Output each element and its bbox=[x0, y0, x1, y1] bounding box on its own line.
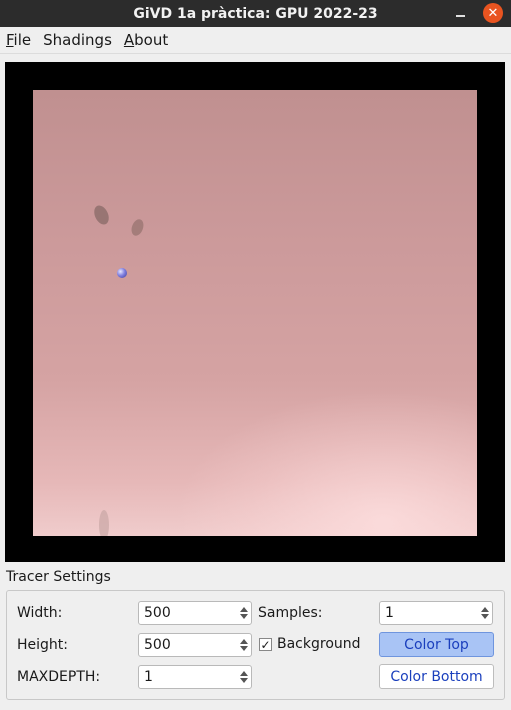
color-top-button[interactable]: Color Top bbox=[379, 632, 494, 657]
title-bar: GiVD 1a pràctica: GPU 2022-23 ✕ bbox=[0, 0, 511, 27]
spin-down-icon[interactable] bbox=[240, 646, 248, 651]
height-spinbox[interactable]: 500 bbox=[138, 633, 252, 657]
height-label: Height: bbox=[17, 637, 68, 653]
samples-label: Samples: bbox=[258, 605, 323, 621]
spin-down-icon[interactable] bbox=[481, 614, 489, 619]
render-viewport[interactable] bbox=[5, 62, 505, 562]
close-icon[interactable]: ✕ bbox=[483, 3, 503, 23]
width-spin-arrows[interactable] bbox=[237, 602, 251, 624]
checkmark-icon: ✓ bbox=[260, 637, 271, 652]
background-checkbox[interactable]: ✓ bbox=[259, 638, 272, 651]
render-canvas bbox=[33, 90, 477, 536]
floor-glow bbox=[173, 390, 477, 536]
window-title: GiVD 1a pràctica: GPU 2022-23 bbox=[133, 5, 378, 22]
spin-up-icon[interactable] bbox=[240, 639, 248, 644]
spin-down-icon[interactable] bbox=[240, 614, 248, 619]
samples-spin-arrows[interactable] bbox=[478, 602, 492, 624]
maxdepth-label: MAXDEPTH: bbox=[17, 669, 101, 685]
menu-file-accel: F bbox=[6, 31, 14, 49]
samples-spinbox[interactable]: 1 bbox=[379, 601, 493, 625]
spin-up-icon[interactable] bbox=[481, 607, 489, 612]
maxdepth-spinbox[interactable]: 1 bbox=[138, 665, 252, 689]
spin-up-icon[interactable] bbox=[240, 607, 248, 612]
width-spinbox[interactable]: 500 bbox=[138, 601, 252, 625]
shadow-blob bbox=[99, 510, 109, 536]
height-value: 500 bbox=[144, 637, 171, 653]
menu-bar: File Shadings About bbox=[0, 27, 511, 54]
samples-value: 1 bbox=[385, 605, 394, 621]
color-bottom-button[interactable]: Color Bottom bbox=[379, 664, 494, 689]
height-spin-arrows[interactable] bbox=[237, 634, 251, 656]
menu-shadings[interactable]: Shadings bbox=[37, 31, 118, 49]
maxdepth-value: 1 bbox=[144, 669, 153, 685]
width-value: 500 bbox=[144, 605, 171, 621]
minimize-icon[interactable] bbox=[453, 6, 467, 20]
background-label[interactable]: Background bbox=[277, 636, 361, 652]
tracer-settings-title: Tracer Settings bbox=[6, 569, 111, 585]
shadow-blob bbox=[91, 203, 112, 227]
menu-about[interactable]: About bbox=[118, 31, 174, 49]
sphere-object bbox=[117, 268, 127, 278]
maxdepth-spin-arrows[interactable] bbox=[237, 666, 251, 688]
shadow-blob bbox=[129, 217, 146, 238]
spin-up-icon[interactable] bbox=[240, 671, 248, 676]
tracer-settings-group: Width: 500 Samples: 1 Height: 500 ✓ Back… bbox=[6, 590, 505, 700]
spin-down-icon[interactable] bbox=[240, 678, 248, 683]
menu-about-accel: A bbox=[123, 31, 135, 49]
menu-file[interactable]: File bbox=[0, 31, 37, 49]
width-label: Width: bbox=[17, 605, 63, 621]
